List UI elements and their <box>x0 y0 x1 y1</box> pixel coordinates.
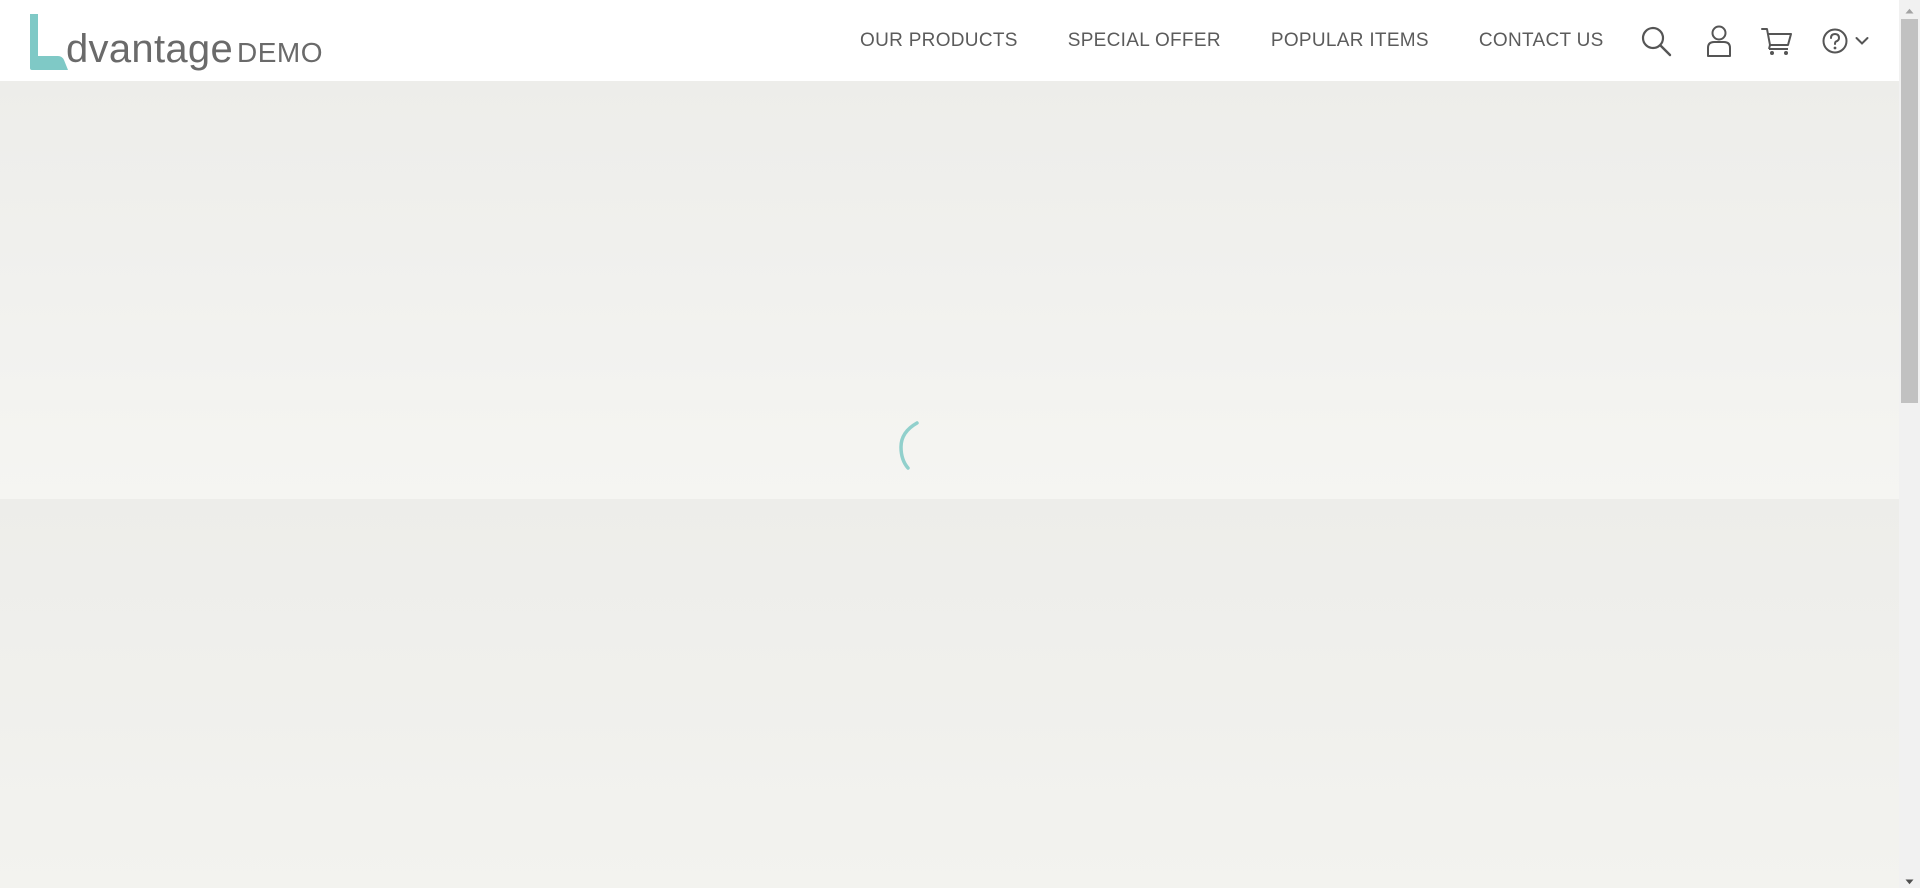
scrollbar-thumb[interactable] <box>1901 19 1918 403</box>
scroll-up-arrow-icon <box>1905 0 1914 18</box>
nav-popular-items[interactable]: POPULAR ITEMS <box>1271 30 1429 52</box>
cart-button[interactable] <box>1760 0 1794 81</box>
logo-wordmark: dvantage <box>66 27 233 71</box>
logo-link[interactable]: dvantage DEMO <box>28 10 323 72</box>
browser-viewport: dvantage DEMO OUR PRODUCTS SPECIAL OFFER… <box>0 0 1920 888</box>
nav-our-products[interactable]: OUR PRODUCTS <box>860 30 1018 52</box>
logo-mark-icon <box>28 12 70 72</box>
scroll-up-button[interactable] <box>1899 0 1920 17</box>
main-nav: OUR PRODUCTS SPECIAL OFFER POPULAR ITEMS… <box>860 0 1604 81</box>
user-icon <box>1706 24 1732 58</box>
content-area <box>0 499 1899 888</box>
help-menu-button[interactable] <box>1818 0 1872 81</box>
scroll-down-arrow-icon <box>1905 870 1914 888</box>
vertical-scrollbar[interactable] <box>1899 0 1920 888</box>
loading-spinner-icon <box>898 420 928 476</box>
help-icon <box>1821 27 1849 55</box>
search-icon <box>1640 25 1672 57</box>
main-content <box>0 81 1899 888</box>
search-button[interactable] <box>1638 0 1674 81</box>
cart-icon <box>1761 26 1793 56</box>
site-header: dvantage DEMO OUR PRODUCTS SPECIAL OFFER… <box>0 0 1899 81</box>
scroll-down-button[interactable] <box>1899 871 1920 888</box>
user-menu-button[interactable] <box>1704 0 1734 81</box>
nav-special-offer[interactable]: SPECIAL OFFER <box>1068 30 1221 52</box>
logo-demo-label: DEMO <box>237 37 323 68</box>
chevron-down-icon <box>1855 36 1869 46</box>
loading-panel <box>0 81 1899 499</box>
nav-contact-us[interactable]: CONTACT US <box>1479 30 1604 52</box>
